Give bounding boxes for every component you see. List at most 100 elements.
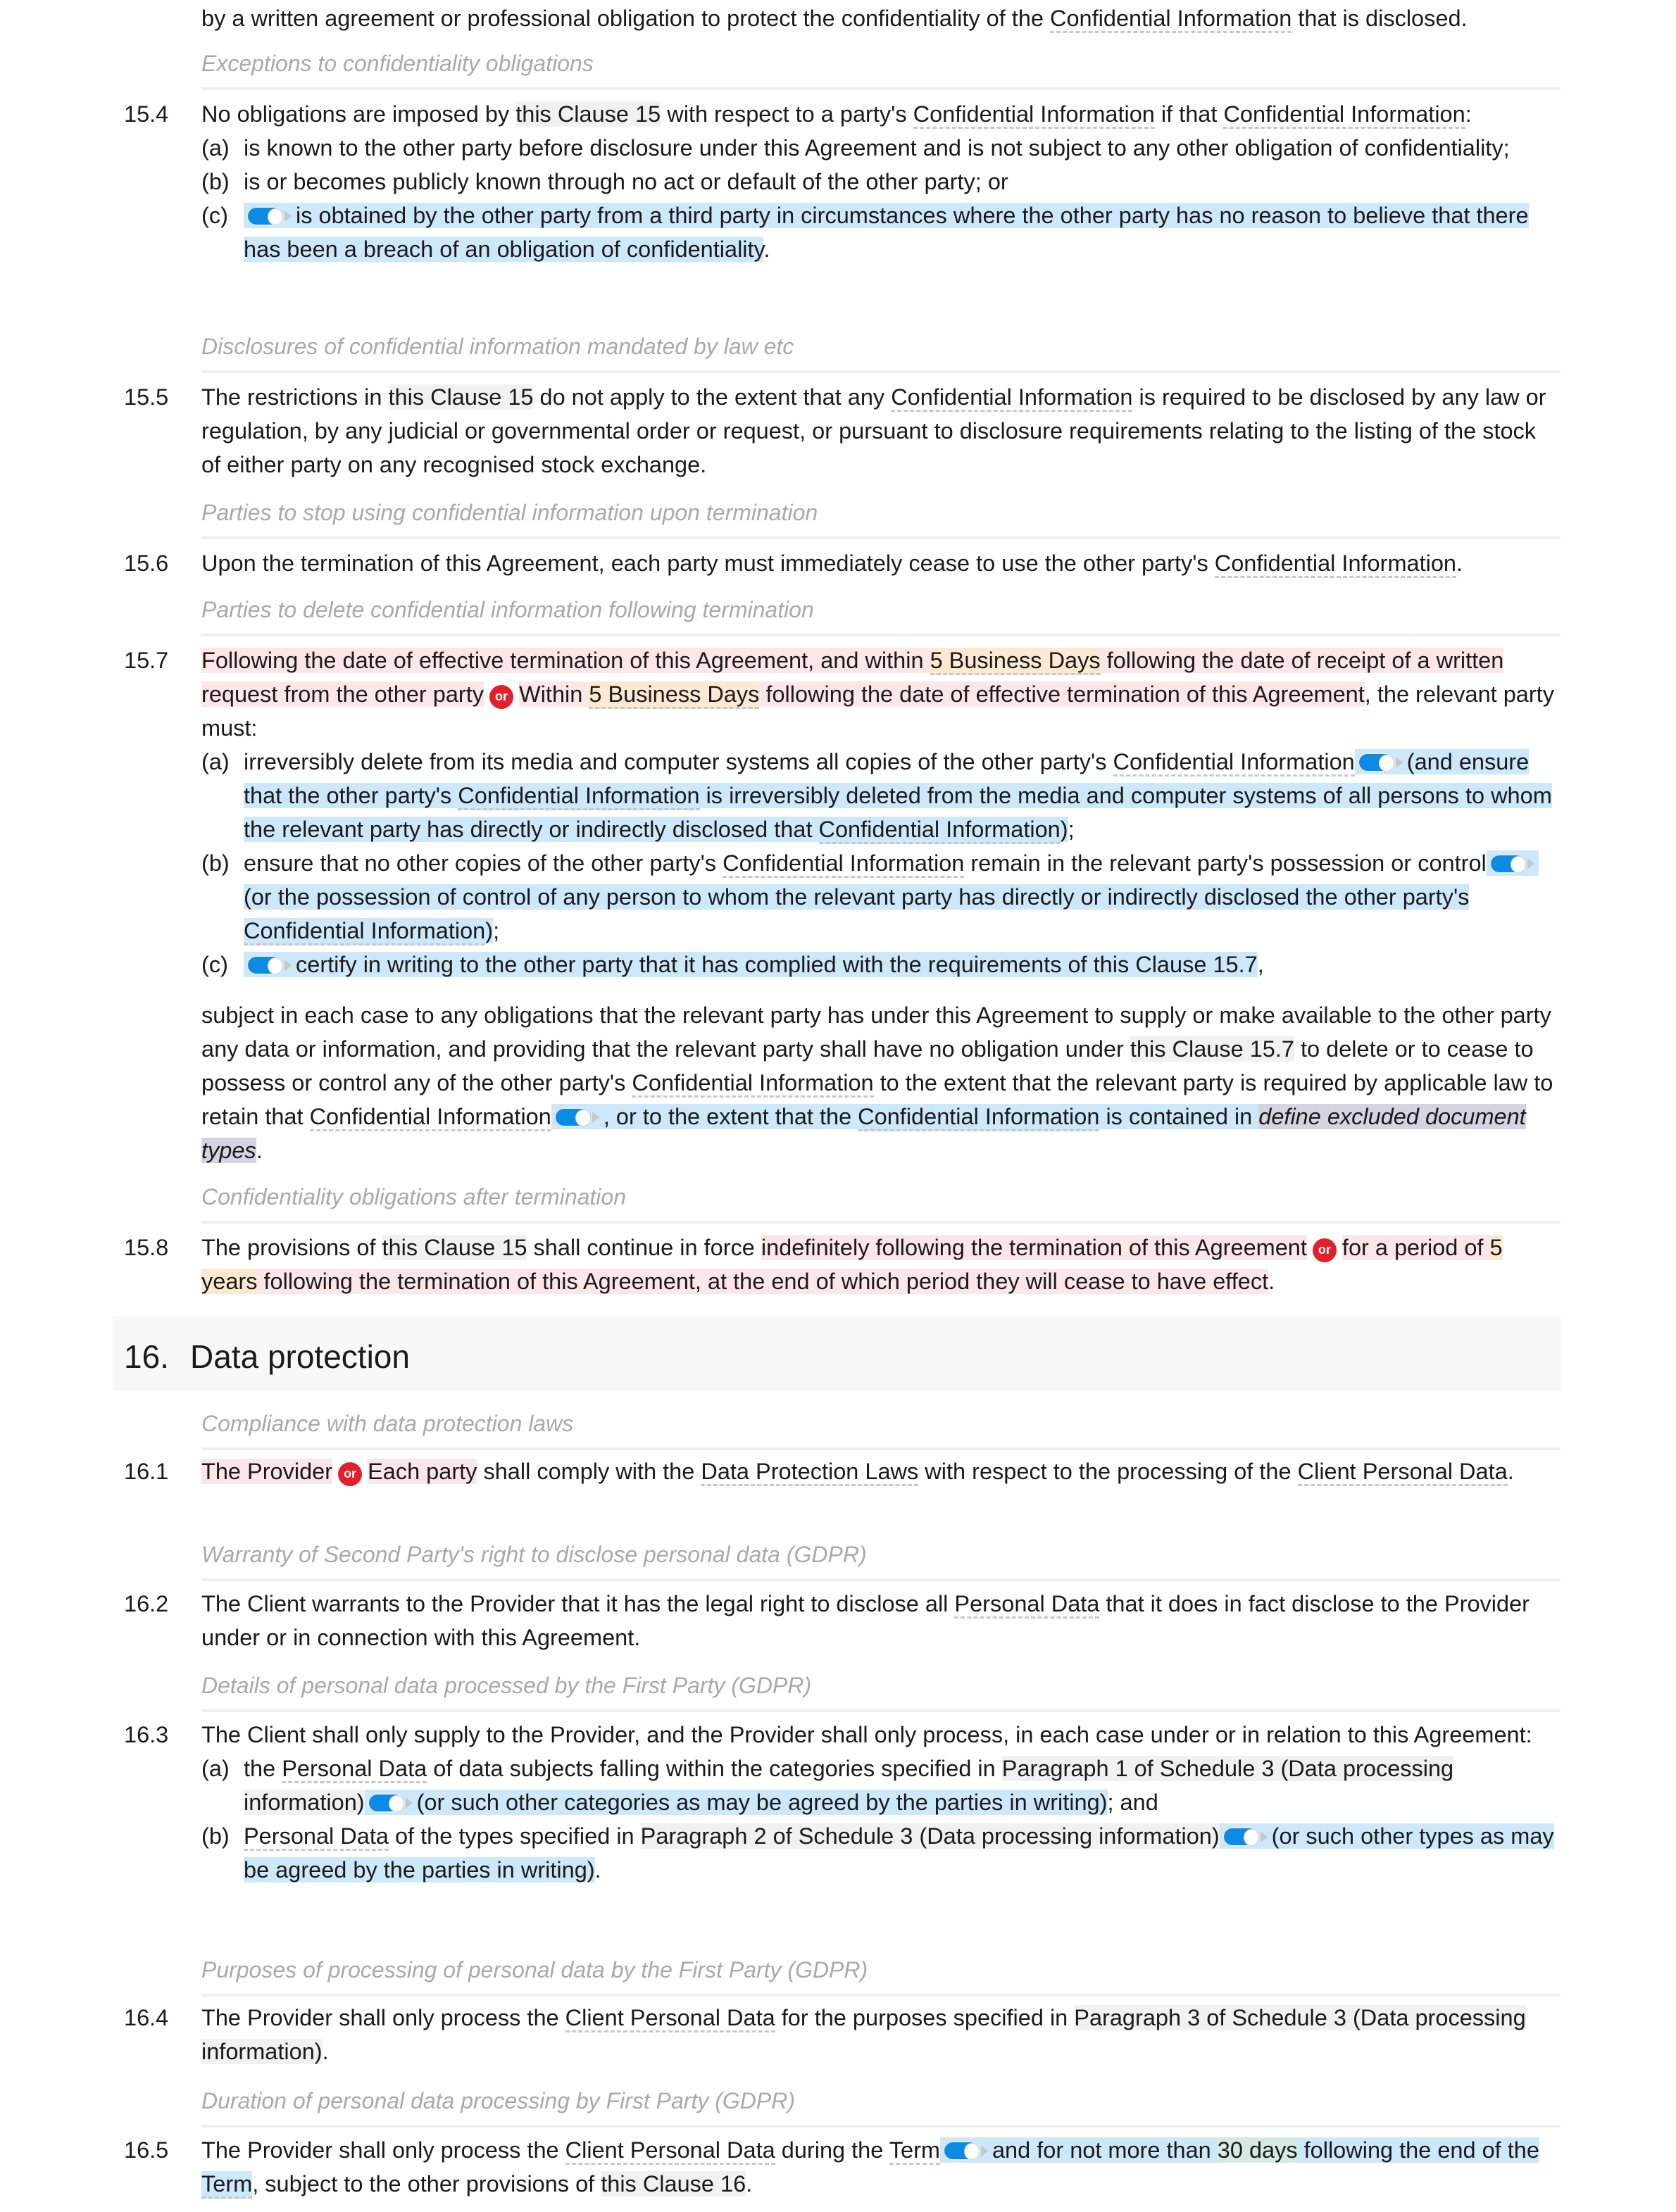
text-segment: ;: [493, 918, 500, 943]
alternative-option-text[interactable]: Each party: [368, 1459, 477, 1484]
defined-term-link[interactable]: Confidential Information: [1223, 101, 1465, 129]
alternative-option-text[interactable]: for a period of: [1342, 1235, 1490, 1260]
defined-term-link[interactable]: Confidential Information: [244, 918, 486, 945]
optional-text: ): [485, 918, 494, 943]
defined-term-link[interactable]: Confidential Information: [632, 1070, 874, 1098]
defined-term-link[interactable]: Client Personal Data: [565, 2005, 775, 2032]
text-segment: .: [256, 1138, 263, 1163]
toggle-switch-icon[interactable]: [1489, 854, 1534, 874]
variable-value[interactable]: 30 days: [1217, 2137, 1298, 2163]
caption-16-2: Warranty of Second Party's right to disc…: [201, 1539, 1561, 1581]
optional-text: ): [1060, 817, 1068, 842]
defined-term-link[interactable]: Confidential Information: [1214, 551, 1456, 578]
alternative-option-text[interactable]: Following the date of effective terminat…: [201, 648, 930, 673]
optional-text-toggle[interactable]: [939, 2137, 992, 2163]
defined-term-link[interactable]: Confidential Information: [458, 783, 700, 810]
toggle-switch-icon[interactable]: [942, 2141, 988, 2161]
caption-16-5: Duration of personal data processing by …: [201, 2085, 1561, 2128]
text-segment: .: [1268, 1269, 1275, 1294]
clause-number: 15.5: [124, 384, 169, 410]
cross-reference-link[interactable]: this Clause 16: [601, 2171, 746, 2197]
optional-text-toggle[interactable]: [244, 203, 296, 228]
defined-term-link[interactable]: Confidential Information: [1113, 749, 1355, 777]
caption-16-1: Compliance with data protection laws: [201, 1408, 1561, 1450]
clause-text: Upon the termination of this Agreement, …: [201, 546, 1561, 580]
text-segment: Upon the termination of this Agreement, …: [201, 551, 1215, 576]
defined-term-link[interactable]: Confidential Information: [891, 384, 1133, 412]
cross-reference-link[interactable]: this Clause 15.7: [1130, 1036, 1294, 1062]
text-segment: remain in the relevant party's possessio…: [964, 850, 1487, 876]
text-segment: of data subjects falling within the cate…: [427, 1756, 1002, 1781]
alternative-option-text[interactable]: following the termination of this Agreem…: [257, 1269, 1269, 1294]
text-segment: shall comply with the: [477, 1459, 701, 1484]
optional-text-toggle[interactable]: [551, 1104, 604, 1129]
text-segment: .: [594, 1857, 601, 1883]
caption-15-8: Confidentiality obligations after termin…: [201, 1181, 1561, 1224]
toggle-switch-icon[interactable]: [554, 1107, 599, 1127]
or-alternative-badge[interactable]: or: [1312, 1238, 1337, 1262]
toggle-switch-icon[interactable]: [246, 206, 292, 226]
clause-text: The provisions of this Clause 15 shall c…: [201, 1231, 1561, 1298]
defined-term-link[interactable]: Personal Data: [954, 1591, 1100, 1619]
text-segment: , subject to the other provisions of: [252, 2171, 601, 2197]
cross-reference-link[interactable]: this Clause 15: [388, 384, 534, 410]
optional-text-toggle[interactable]: [244, 952, 296, 977]
section-title: Data protection: [190, 1338, 410, 1375]
clause-16-3: 16.3 The Client shall only supply to the…: [124, 1718, 1561, 1887]
defined-term-link[interactable]: Personal Data: [244, 1823, 389, 1851]
optional-text: certify in writing to the other party th…: [296, 952, 1094, 977]
defined-term-link[interactable]: Term: [889, 2137, 940, 2165]
optional-text: following the end of the: [1297, 2137, 1539, 2163]
or-alternative-badge[interactable]: or: [338, 1462, 363, 1486]
defined-term-link[interactable]: Data Protection Laws: [701, 1459, 919, 1486]
clause-15-7-tail: subject in each case to any obligations …: [201, 998, 1561, 1167]
sub-clause-label: (a): [201, 1756, 230, 1781]
text-segment: irreversibly delete from its media and c…: [244, 749, 1113, 774]
defined-term-link[interactable]: Confidential Information: [913, 101, 1155, 129]
optional-text-toggle[interactable]: [1486, 850, 1539, 876]
toggle-switch-icon[interactable]: [1222, 1827, 1268, 1847]
sub-clause-label: (a): [201, 135, 230, 161]
alternative-option-text[interactable]: following the date of effective terminat…: [759, 681, 1365, 707]
text-segment: The Provider shall only process the: [201, 2137, 565, 2163]
optional-text-toggle[interactable]: [1219, 1823, 1272, 1849]
defined-term-link[interactable]: 5 Business Days: [589, 681, 760, 709]
section-heading-16: 16. Data protection: [113, 1316, 1561, 1391]
cross-reference-link[interactable]: Paragraph 2 of Schedule 3 (Data processi…: [640, 1823, 1220, 1849]
defined-term-link[interactable]: Confidential Information: [1050, 6, 1292, 33]
defined-term-link[interactable]: Confidential Information: [723, 850, 965, 878]
text-segment: the: [244, 1756, 282, 1781]
sub-clause-item: (c) is obtained by the other party from a…: [201, 199, 1561, 266]
text-segment: The provisions of: [201, 1235, 382, 1260]
cross-reference-link[interactable]: this Clause 15: [382, 1235, 527, 1260]
defined-term-link[interactable]: 5 Business Days: [930, 648, 1101, 675]
clause-number: 16.3: [124, 1722, 169, 1747]
alternative-option-text[interactable]: indefinitely following the termination o…: [761, 1235, 1307, 1260]
toggle-switch-icon[interactable]: [1357, 753, 1403, 772]
toggle-switch-icon[interactable]: [367, 1793, 413, 1813]
defined-term-link[interactable]: Term: [201, 2171, 253, 2199]
clause-15-8: 15.8 The provisions of this Clause 15 sh…: [124, 1231, 1561, 1298]
alternative-option-text[interactable]: The Provider: [201, 1459, 333, 1484]
cross-reference-link[interactable]: this Clause 15: [515, 101, 661, 127]
defined-term-link[interactable]: Client Personal Data: [565, 2137, 775, 2165]
clause-16-5: 16.5 The Provider shall only process the…: [124, 2133, 1561, 2201]
defined-term-link[interactable]: Confidential Information: [818, 817, 1061, 844]
toggle-switch-icon[interactable]: [246, 955, 292, 975]
text-segment: ;: [1068, 817, 1075, 842]
defined-term-link[interactable]: Confidential Information: [858, 1104, 1100, 1131]
caption-15-7: Parties to delete confidential informati…: [201, 594, 1561, 636]
optional-text-toggle[interactable]: [1354, 749, 1407, 774]
defined-term-link[interactable]: Personal Data: [282, 1756, 427, 1783]
clause-16-1: 16.1 The Provider or Each party shall comp…: [124, 1454, 1561, 1488]
defined-term-link[interactable]: Client Personal Data: [1297, 1459, 1508, 1486]
sub-clause-text: is or becomes publicly known through no …: [244, 165, 1561, 199]
cross-reference-link[interactable]: this Clause 15.7: [1093, 952, 1258, 977]
sub-clause-item: (b) Personal Data of the types specified …: [201, 1819, 1561, 1887]
alternative-option-text[interactable]: Within: [519, 681, 589, 707]
or-alternative-badge[interactable]: or: [489, 685, 514, 709]
optional-text-toggle[interactable]: [364, 1790, 417, 1815]
clause-16-4: 16.4 The Provider shall only process the…: [124, 2001, 1561, 2068]
defined-term-link[interactable]: Confidential Information: [309, 1104, 551, 1131]
text-segment: ; and: [1107, 1790, 1158, 1815]
